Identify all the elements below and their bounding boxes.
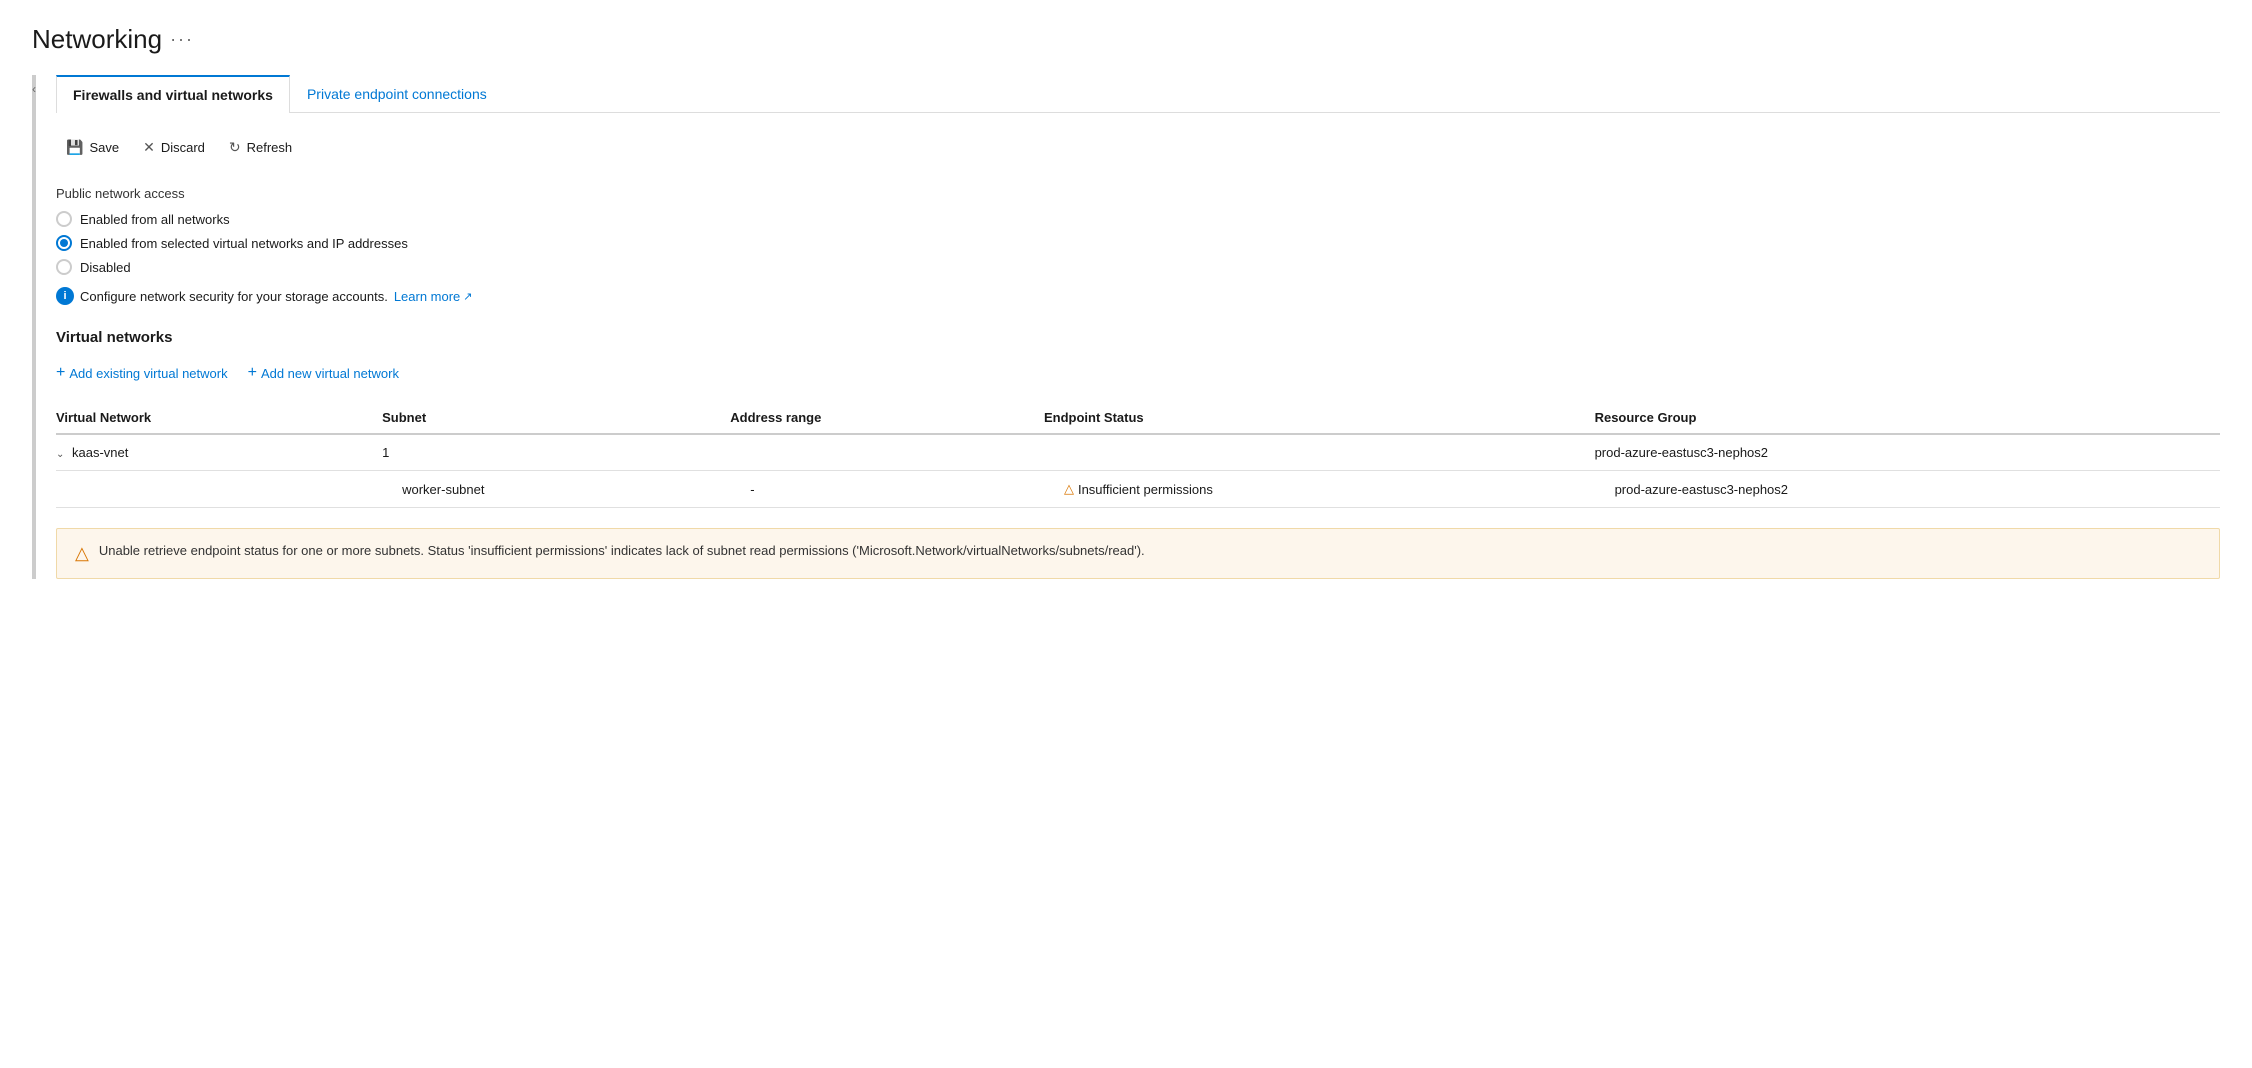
- cell-endpoint-parent: [1044, 434, 1595, 471]
- radio-circle-selected: [56, 235, 72, 251]
- cell-address-child: -: [730, 471, 1044, 508]
- cell-vnet-child: [56, 471, 382, 508]
- tab-bar: Firewalls and virtual networks Private e…: [56, 75, 2220, 113]
- table-header-row: Virtual Network Subnet Address range End…: [56, 402, 2220, 434]
- warning-banner: △ Unable retrieve endpoint status for on…: [56, 528, 2220, 579]
- info-icon: i: [56, 287, 74, 305]
- refresh-icon: ↻: [229, 139, 241, 156]
- virtual-networks-title: Virtual networks: [56, 329, 2220, 346]
- radio-group-access: Enabled from all networks Enabled from s…: [56, 211, 2220, 275]
- radio-circle-all: [56, 211, 72, 227]
- cell-address-parent: [730, 434, 1044, 471]
- cell-subnet-name: worker-subnet: [382, 471, 730, 508]
- warning-icon-small: △: [1064, 481, 1074, 497]
- radio-label-all: Enabled from all networks: [80, 212, 230, 227]
- public-access-label: Public network access: [56, 186, 2220, 201]
- external-link-icon: ↗: [463, 290, 472, 303]
- save-icon: 💾: [66, 139, 83, 156]
- table-row: worker-subnet - △ Insufficient permissio…: [56, 471, 2220, 508]
- info-line: i Configure network security for your st…: [56, 287, 2220, 305]
- col-header-subnet: Subnet: [382, 402, 730, 434]
- learn-more-link[interactable]: Learn more ↗: [394, 289, 473, 304]
- plus-icon-new: +: [248, 364, 257, 382]
- page-title: Networking ···: [32, 24, 2220, 55]
- col-header-address: Address range: [730, 402, 1044, 434]
- radio-dot-selected: [60, 239, 68, 247]
- virtual-networks-section: Virtual networks + Add existing virtual …: [56, 329, 2220, 579]
- cell-subnet-count: 1: [382, 434, 730, 471]
- collapse-button[interactable]: ‹: [24, 79, 44, 99]
- warning-icon-banner: △: [75, 543, 89, 564]
- cell-vnet-name: ⌄ kaas-vnet: [56, 434, 382, 471]
- warning-text: Unable retrieve endpoint status for one …: [99, 543, 1145, 558]
- col-header-rg: Resource Group: [1595, 402, 2220, 434]
- col-header-endpoint: Endpoint Status: [1044, 402, 1595, 434]
- tab-firewalls[interactable]: Firewalls and virtual networks: [56, 75, 290, 113]
- discard-button[interactable]: ✕ Discard: [133, 133, 215, 162]
- add-existing-vnet-button[interactable]: + Add existing virtual network: [56, 360, 228, 386]
- radio-label-selected: Enabled from selected virtual networks a…: [80, 236, 408, 251]
- cell-rg-parent: prod-azure-eastusc3-nephos2: [1595, 434, 2220, 471]
- radio-disabled[interactable]: Disabled: [56, 259, 2220, 275]
- info-text: Configure network security for your stor…: [80, 289, 388, 304]
- plus-icon-existing: +: [56, 364, 65, 382]
- radio-all-networks[interactable]: Enabled from all networks: [56, 211, 2220, 227]
- discard-icon: ✕: [143, 139, 155, 156]
- save-button[interactable]: 💾 Save: [56, 133, 129, 162]
- cell-endpoint-child: △ Insufficient permissions: [1044, 471, 1595, 508]
- table-row: ⌄ kaas-vnet 1 prod-azure-eastusc3-nephos…: [56, 434, 2220, 471]
- toolbar: 💾 Save ✕ Discard ↻ Refresh: [56, 133, 2220, 162]
- radio-selected-networks[interactable]: Enabled from selected virtual networks a…: [56, 235, 2220, 251]
- vnet-table: Virtual Network Subnet Address range End…: [56, 402, 2220, 508]
- radio-circle-disabled: [56, 259, 72, 275]
- chevron-icon: ⌄: [56, 449, 64, 460]
- tab-private-endpoints[interactable]: Private endpoint connections: [290, 75, 504, 113]
- cell-rg-child: prod-azure-eastusc3-nephos2: [1595, 471, 2220, 508]
- action-buttons: + Add existing virtual network + Add new…: [56, 360, 2220, 386]
- title-ellipsis: ···: [170, 29, 194, 50]
- col-header-vnet: Virtual Network: [56, 402, 382, 434]
- public-access-section: Public network access Enabled from all n…: [56, 186, 2220, 305]
- add-new-vnet-button[interactable]: + Add new virtual network: [248, 360, 399, 386]
- radio-label-disabled: Disabled: [80, 260, 131, 275]
- refresh-button[interactable]: ↻ Refresh: [219, 133, 302, 162]
